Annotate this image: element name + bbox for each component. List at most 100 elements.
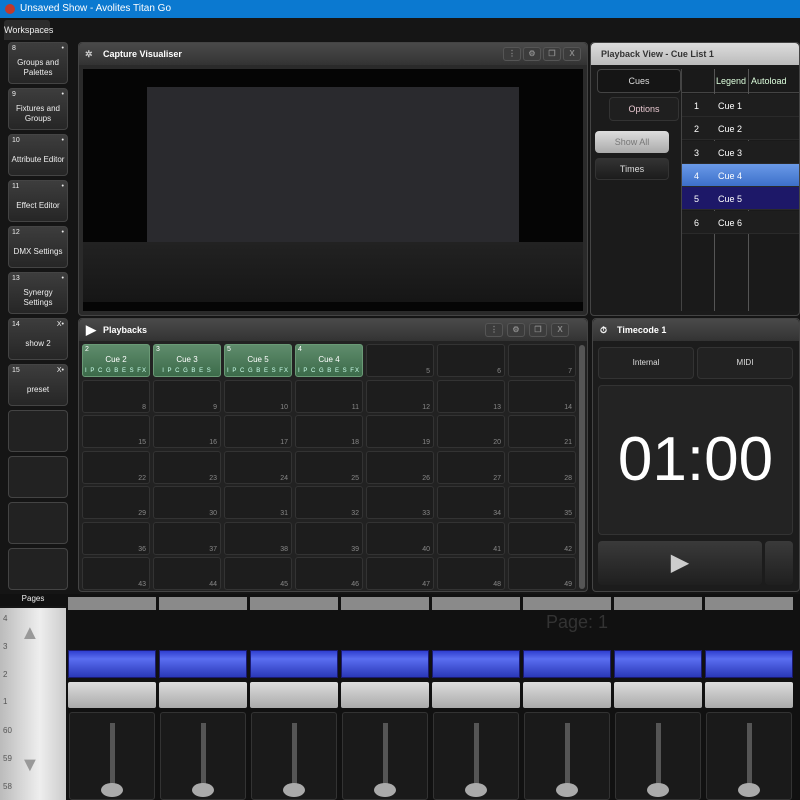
workspace-button-empty[interactable] [8,548,68,590]
playback-button-empty[interactable]: 5 [366,344,434,377]
fader-flash-button[interactable] [68,682,156,708]
playback-button-empty[interactable]: 46 [295,557,363,590]
page-number[interactable]: 60 [3,726,12,735]
workspace-button[interactable]: 14 X• show 2 [8,318,68,360]
workspace-button-empty[interactable] [8,456,68,498]
playback-button-empty[interactable]: 14 [508,379,576,413]
fader-handle[interactable] [556,783,578,797]
playback-button-empty[interactable]: 38 [224,521,292,555]
workspace-button[interactable]: 8 • Groups and Palettes [8,42,68,84]
playback-button[interactable]: 3 Cue 3 I P C G B E S [153,344,221,377]
fader[interactable] [706,712,792,800]
fader-select-button[interactable] [705,650,793,678]
playback-button-empty[interactable]: 12 [366,379,434,413]
window-header[interactable]: ▶ Playbacks ⋮ ⚙ ❐ X [79,319,587,341]
playback-button-empty[interactable]: 16 [153,415,221,448]
fader-handle[interactable] [374,783,396,797]
playback-button-empty[interactable]: 31 [224,486,292,519]
workspace-button[interactable]: 10 • Attribute Editor [8,134,68,176]
fader-flash-button[interactable] [341,682,429,708]
workspace-button[interactable]: 13 • Synergy Settings [8,272,68,314]
workspace-button-empty[interactable] [8,502,68,544]
fader-handle[interactable] [465,783,487,797]
play-button[interactable]: ▶ [598,541,762,585]
times-button[interactable]: Times [595,158,669,180]
playback-button-empty[interactable]: 35 [508,486,576,519]
playback-button-empty[interactable]: 45 [224,557,292,590]
gear-icon[interactable]: ⚙ [523,47,541,61]
fader-select-button[interactable] [614,650,702,678]
playback-button-empty[interactable]: 37 [153,521,221,555]
fader-select-button[interactable] [523,650,611,678]
tab-options[interactable]: Options [609,97,679,121]
playback-button-empty[interactable]: 30 [153,486,221,519]
playback-button-empty[interactable]: 18 [295,415,363,448]
cue-row[interactable]: 4 Cue 4 [682,163,799,187]
page-up-icon[interactable]: ▲ [20,622,40,645]
workspace-button-empty[interactable] [8,410,68,452]
visualiser-viewport[interactable] [83,69,583,311]
playback-button-empty[interactable]: 25 [295,450,363,484]
window-header[interactable]: ⏱ Timecode 1 [593,319,799,341]
playback-button-empty[interactable]: 19 [366,415,434,448]
playback-button-empty[interactable]: 40 [366,521,434,555]
playback-button-empty[interactable]: 49 [508,557,576,590]
playback-button-empty[interactable]: 24 [224,450,292,484]
playback-button-empty[interactable]: 34 [437,486,505,519]
window-header[interactable]: ✲ Capture Visualiser ⋮ ⚙ ❐ X [79,43,587,65]
fader[interactable] [342,712,428,800]
fader-flash-button[interactable] [523,682,611,708]
fader[interactable] [524,712,610,800]
playback-button-empty[interactable]: 36 [82,521,150,555]
stop-button[interactable] [765,541,793,585]
cue-row[interactable]: 5 Cue 5 [682,187,799,211]
fader[interactable] [160,712,246,800]
playback-button-empty[interactable]: 42 [508,521,576,555]
scrollbar[interactable] [579,345,585,589]
fader-handle[interactable] [738,783,760,797]
menu-button[interactable]: ⋮ [485,323,503,337]
playback-button-empty[interactable]: 7 [508,344,576,377]
playback-button-empty[interactable]: 23 [153,450,221,484]
workspace-button[interactable]: 9 • Fixtures and Groups [8,88,68,130]
workspace-button[interactable]: 11 • Effect Editor [8,180,68,222]
fader-flash-button[interactable] [705,682,793,708]
page-number[interactable]: 3 [3,642,7,651]
cue-row[interactable]: 3 Cue 3 [682,140,799,164]
close-button[interactable]: X [551,323,569,337]
playback-button-empty[interactable]: 17 [224,415,292,448]
playback-button-empty[interactable]: 44 [153,557,221,590]
menu-button[interactable]: ⋮ [503,47,521,61]
fader[interactable] [251,712,337,800]
playback-button-empty[interactable]: 39 [295,521,363,555]
fader-flash-button[interactable] [250,682,338,708]
playback-button[interactable]: 4 Cue 4 I P C G B E S FX [295,344,363,377]
fader-select-button[interactable] [159,650,247,678]
playback-button-empty[interactable]: 32 [295,486,363,519]
page-selector[interactable]: ▲ ▼ 4 3 2 1 60 59 58 [0,608,66,800]
show-all-button[interactable]: Show All [595,131,669,153]
page-down-icon[interactable]: ▼ [20,754,40,777]
gear-icon[interactable]: ⚙ [507,323,525,337]
tab-cues[interactable]: Cues [597,69,681,93]
playback-button[interactable]: 5 Cue 5 I P C G B E S FX [224,344,292,377]
playback-button-empty[interactable]: 6 [437,344,505,377]
fader-select-button[interactable] [432,650,520,678]
window-header[interactable]: Playback View - Cue List 1 [591,43,799,65]
playback-button-empty[interactable]: 27 [437,450,505,484]
maximize-icon[interactable]: ❐ [529,323,547,337]
playback-button-empty[interactable]: 8 [82,379,150,413]
page-number[interactable]: 2 [3,670,7,679]
playback-button-empty[interactable]: 33 [366,486,434,519]
fader-select-button[interactable] [341,650,429,678]
playback-button-empty[interactable]: 43 [82,557,150,590]
cue-row[interactable]: 6 Cue 6 [682,210,799,234]
fader-flash-button[interactable] [159,682,247,708]
playback-button-empty[interactable]: 48 [437,557,505,590]
playback-button-empty[interactable]: 28 [508,450,576,484]
playback-button[interactable]: 2 Cue 2 I P C G B E S FX [82,344,150,377]
fader[interactable] [69,712,155,800]
playback-button-empty[interactable]: 41 [437,521,505,555]
playback-button-empty[interactable]: 11 [295,379,363,413]
maximize-icon[interactable]: ❐ [543,47,561,61]
